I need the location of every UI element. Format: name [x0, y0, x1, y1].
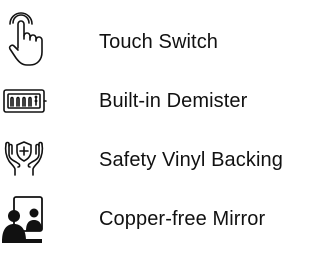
feature-touch-switch: Touch Switch: [0, 12, 334, 70]
feature-label: Safety Vinyl Backing: [99, 149, 283, 171]
feature-demister: Built-in Demister: [0, 73, 334, 129]
feature-label: Built-in Demister: [99, 90, 248, 112]
feature-label: Touch Switch: [99, 31, 219, 53]
feature-label: Copper-free Mirror: [99, 208, 266, 230]
copper-free-mirror-icon: [0, 191, 48, 247]
feature-safety-vinyl: Safety Vinyl Backing: [0, 132, 334, 188]
feature-list: Touch Switch Built-in Demister Safety Vi…: [0, 0, 334, 255]
feature-copper-free-mirror: Copper-free Mirror: [0, 191, 334, 247]
touch-switch-icon: [0, 12, 48, 70]
demister-icon: [0, 73, 48, 129]
safety-hands-icon: [0, 132, 48, 188]
